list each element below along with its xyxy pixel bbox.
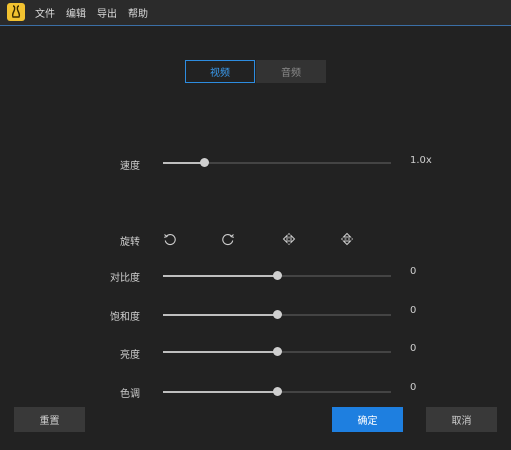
- tab-video[interactable]: 视频: [185, 60, 255, 83]
- menu-edit[interactable]: 编辑: [66, 5, 86, 20]
- contrast-label: 对比度: [110, 273, 140, 284]
- app-logo-icon: [7, 3, 25, 21]
- menu-bar: 文件 编辑 导出 帮助: [0, 0, 511, 26]
- flip-vertical-icon[interactable]: [340, 231, 354, 246]
- saturation-label: 饱和度: [110, 312, 140, 323]
- menu-file[interactable]: 文件: [35, 5, 55, 20]
- tab-audio[interactable]: 音频: [256, 60, 326, 83]
- hue-label: 色调: [120, 389, 140, 400]
- contrast-slider[interactable]: [163, 271, 391, 280]
- rotate-left-icon[interactable]: [163, 231, 177, 246]
- saturation-slider-fill: [163, 314, 277, 316]
- brightness-label: 亮度: [120, 350, 140, 361]
- flip-horizontal-icon[interactable]: [282, 231, 296, 245]
- cancel-button[interactable]: 取消: [426, 407, 497, 432]
- speed-label: 速度: [120, 161, 140, 172]
- confirm-button[interactable]: 确定: [332, 407, 403, 432]
- saturation-value: 0: [410, 305, 417, 316]
- speed-slider-thumb[interactable]: [200, 158, 209, 167]
- contrast-slider-fill: [163, 275, 277, 277]
- hue-slider[interactable]: [163, 387, 391, 396]
- hue-slider-fill: [163, 391, 277, 393]
- brightness-slider-fill: [163, 351, 277, 353]
- brightness-slider[interactable]: [163, 347, 391, 356]
- speed-slider-fill: [163, 162, 204, 164]
- rotate-right-icon[interactable]: [221, 231, 235, 246]
- rotate-label: 旋转: [120, 237, 140, 248]
- speed-value: 1.0x: [410, 155, 432, 166]
- brightness-value: 0: [410, 343, 417, 354]
- brightness-slider-thumb[interactable]: [273, 347, 282, 356]
- reset-button[interactable]: 重置: [14, 407, 85, 432]
- saturation-slider-thumb[interactable]: [273, 310, 282, 319]
- contrast-value: 0: [410, 266, 417, 277]
- saturation-slider[interactable]: [163, 310, 391, 319]
- contrast-slider-thumb[interactable]: [273, 271, 282, 280]
- speed-slider[interactable]: [163, 158, 391, 167]
- hue-slider-thumb[interactable]: [273, 387, 282, 396]
- hue-value: 0: [410, 382, 417, 393]
- menu-export[interactable]: 导出: [97, 5, 117, 20]
- menu-help[interactable]: 帮助: [128, 5, 148, 20]
